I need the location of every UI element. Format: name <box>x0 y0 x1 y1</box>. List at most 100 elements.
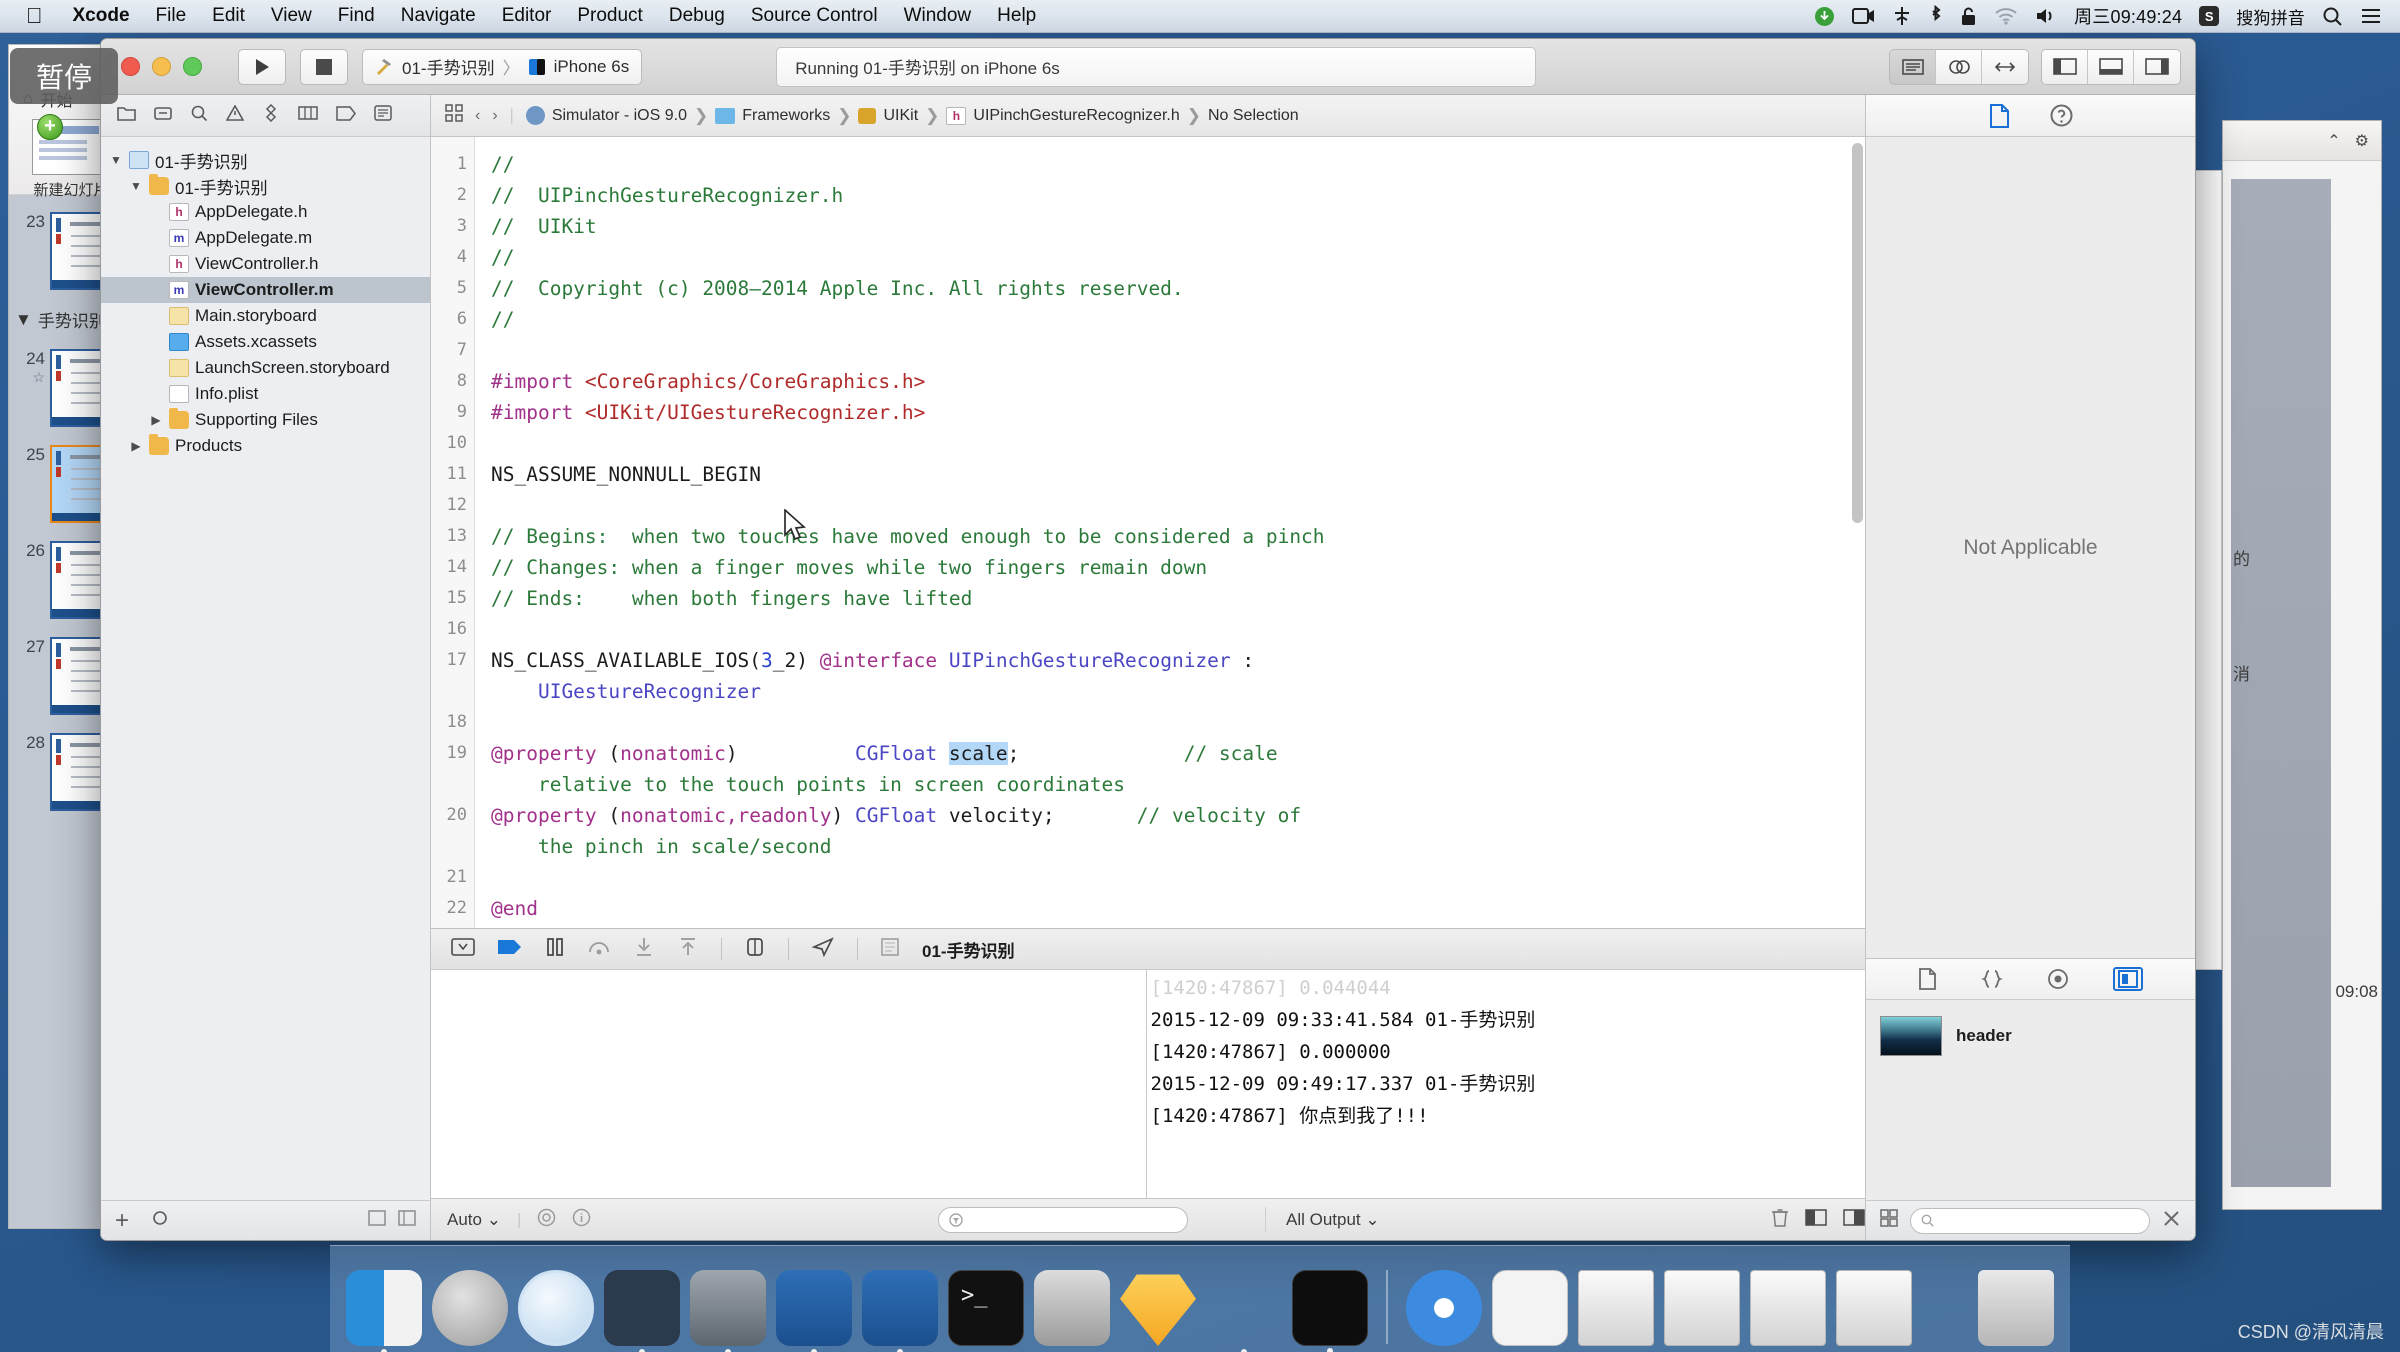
breadcrumb-item-1[interactable]: Frameworks <box>742 107 830 125</box>
stop-button[interactable] <box>300 48 348 85</box>
xcode-titlebar[interactable]: 01-手势识别 〉 iPhone 6s Running 01-手势识别 on i… <box>101 39 2195 95</box>
menubar-item-product[interactable]: Product <box>564 5 655 27</box>
assistant-editor-icon[interactable] <box>1936 49 1982 84</box>
notification-center-icon[interactable] <box>2360 7 2382 25</box>
inspector-tab-bar[interactable] <box>1866 95 2195 137</box>
step-into-icon[interactable] <box>633 937 655 962</box>
window-preview-4-icon[interactable] <box>1836 1270 1912 1346</box>
navigator-item-5[interactable]: m ViewController.m <box>101 277 430 303</box>
input-method-badge[interactable]: S <box>2199 6 2220 26</box>
menubar-item-view[interactable]: View <box>258 5 325 27</box>
menubar-clock[interactable]: 周三09:49:24 <box>2074 3 2182 29</box>
launchpad-icon[interactable] <box>432 1270 508 1346</box>
menubar-item-help[interactable]: Help <box>984 5 1049 27</box>
dock-app-icons[interactable] <box>346 1270 1368 1352</box>
code-line-21[interactable] <box>491 862 1865 893</box>
scope-popup-button[interactable]: Auto ⌄ <box>447 1210 501 1230</box>
background-window-toolbar[interactable]: ⌃ ⚙ <box>2223 121 2381 161</box>
lock-icon[interactable] <box>1960 6 1977 27</box>
navigator-item-6[interactable]: Main.storyboard <box>101 303 430 329</box>
variables-view-icon[interactable] <box>1805 1208 1827 1231</box>
code-line-5[interactable]: // Copyright (c) 2008–2014 Apple Inc. Al… <box>491 273 1865 304</box>
object-library-icon[interactable] <box>2047 968 2069 990</box>
console-view-icon[interactable] <box>1843 1208 1865 1231</box>
navigator-item-0[interactable]: ▼ 01-手势识别 <box>101 147 430 173</box>
navigator-toggle-icon[interactable] <box>2042 49 2088 84</box>
disclosure-triangle-icon[interactable]: ▼ <box>15 310 32 330</box>
grid-view-icon[interactable] <box>1880 1209 1898 1232</box>
breadcrumb-item-0[interactable]: Simulator - iOS 9.0 <box>552 107 687 125</box>
library-footer[interactable] <box>1866 1200 2195 1240</box>
media-library-list[interactable]: header <box>1866 1000 2195 1200</box>
menubar-item-navigate[interactable]: Navigate <box>388 5 489 27</box>
library-search-field[interactable] <box>1910 1207 2150 1234</box>
run-button[interactable] <box>238 48 286 85</box>
navigator-footer[interactable]: + <box>101 1200 430 1240</box>
breadcrumb-item-2[interactable]: UIKit <box>883 107 918 125</box>
jump-bar[interactable]: ‹ › | Simulator - iOS 9.0 ❯ Frameworks ❯… <box>431 95 1865 137</box>
window-traffic-lights[interactable] <box>115 57 202 76</box>
step-over-icon[interactable] <box>587 938 611 961</box>
scheme-selector[interactable]: 01-手势识别 〉 iPhone 6s <box>362 48 643 85</box>
editor-mode-segmented-control[interactable] <box>1889 48 2029 85</box>
disclosure-triangle-icon[interactable]: ▼ <box>109 153 123 167</box>
variables-filter-field[interactable] <box>938 1206 1188 1233</box>
airplay-icon[interactable] <box>1892 6 1912 26</box>
dock-recent-items[interactable] <box>1406 1270 1912 1346</box>
code-line-18[interactable] <box>491 707 1865 738</box>
navigator-item-2[interactable]: h AppDelegate.h <box>101 199 430 225</box>
navigator-item-11[interactable]: ▶ Products <box>101 433 430 459</box>
standard-editor-icon[interactable] <box>1890 49 1936 84</box>
find-navigator-icon[interactable] <box>190 104 208 127</box>
navigator-item-3[interactable]: m AppDelegate.m <box>101 225 430 251</box>
exec-app-icon[interactable] <box>1292 1270 1368 1352</box>
editor-vertical-scrollbar[interactable] <box>1852 143 1863 922</box>
code-line-15[interactable]: // Ends: when both fingers have lifted <box>491 583 1865 614</box>
symbol-navigator-icon[interactable] <box>154 105 172 127</box>
window-preview-3-icon[interactable] <box>1750 1270 1826 1346</box>
code-line-22[interactable]: @end <box>491 893 1865 924</box>
menubar-item-debug[interactable]: Debug <box>656 5 738 27</box>
info-icon[interactable] <box>572 1208 591 1232</box>
menubar-item-file[interactable]: File <box>143 5 200 27</box>
file-template-library-icon[interactable] <box>1918 968 1937 990</box>
add-icon[interactable]: + <box>115 1207 129 1235</box>
navigator-item-4[interactable]: h ViewController.h <box>101 251 430 277</box>
document-window-icon[interactable] <box>1492 1270 1568 1346</box>
safari-icon[interactable] <box>518 1270 594 1346</box>
code-line-17[interactable]: NS_CLASS_AVAILABLE_IOS(3_2) @interface U… <box>491 645 1865 707</box>
search-icon[interactable] <box>2322 6 2343 27</box>
code-line-6[interactable]: // <box>491 304 1865 335</box>
xcode-beta-icon[interactable] <box>862 1270 938 1352</box>
code-line-1[interactable]: // <box>491 149 1865 180</box>
step-out-icon[interactable] <box>677 937 699 962</box>
code-line-4[interactable]: // <box>491 242 1865 273</box>
trash-icon[interactable] <box>1771 1207 1789 1232</box>
menubar-item-find[interactable]: Find <box>325 5 388 27</box>
minimize-window-button[interactable] <box>152 57 171 76</box>
trash-icon[interactable] <box>1978 1270 2054 1346</box>
source-code-editor[interactable]: 123456789101112131415161718192021222324 … <box>431 137 1865 928</box>
location-simulate-icon[interactable] <box>811 936 835 962</box>
quick-help-inspector-icon[interactable] <box>2050 104 2073 127</box>
code-text[interactable]: // // UIPinchGestureRecognizer.h // UIKit /… <box>491 137 1865 928</box>
project-navigator-icon[interactable] <box>117 105 136 127</box>
menubar-items[interactable]: Xcode File Edit View Find Navigate Editor Produ… <box>60 5 1050 27</box>
menubar-item-window[interactable]: Window <box>891 5 985 27</box>
zoom-window-button[interactable] <box>183 57 202 76</box>
navigator-filter-group[interactable] <box>368 1210 416 1231</box>
breakpoint-navigator-icon[interactable] <box>336 105 356 126</box>
view-debugging-icon[interactable] <box>744 937 766 962</box>
issue-navigator-icon[interactable] <box>225 103 245 127</box>
mouse-app-icon[interactable] <box>604 1270 680 1352</box>
breadcrumb[interactable]: Simulator - iOS 9.0 ❯ Frameworks ❯ UIKit… <box>525 106 1299 126</box>
debug-toolbar[interactable]: 01-手势识别 <box>431 928 1865 970</box>
project-navigator-tree[interactable]: ▼ 01-手势识别 ▼ 01-手势识别 h AppDelegate.h m AppDelega… <box>101 137 430 1200</box>
debug-navigator-icon[interactable] <box>298 105 318 126</box>
file-inspector-icon[interactable] <box>1989 103 2010 128</box>
disclosure-triangle-icon[interactable]: ▶ <box>129 439 143 453</box>
code-line-7[interactable] <box>491 335 1865 366</box>
navigator-item-9[interactable]: Info.plist <box>101 381 430 407</box>
console-scope-button[interactable]: All Output ⌄ <box>1286 1210 1380 1230</box>
code-line-2[interactable]: // UIPinchGestureRecognizer.h <box>491 180 1865 211</box>
